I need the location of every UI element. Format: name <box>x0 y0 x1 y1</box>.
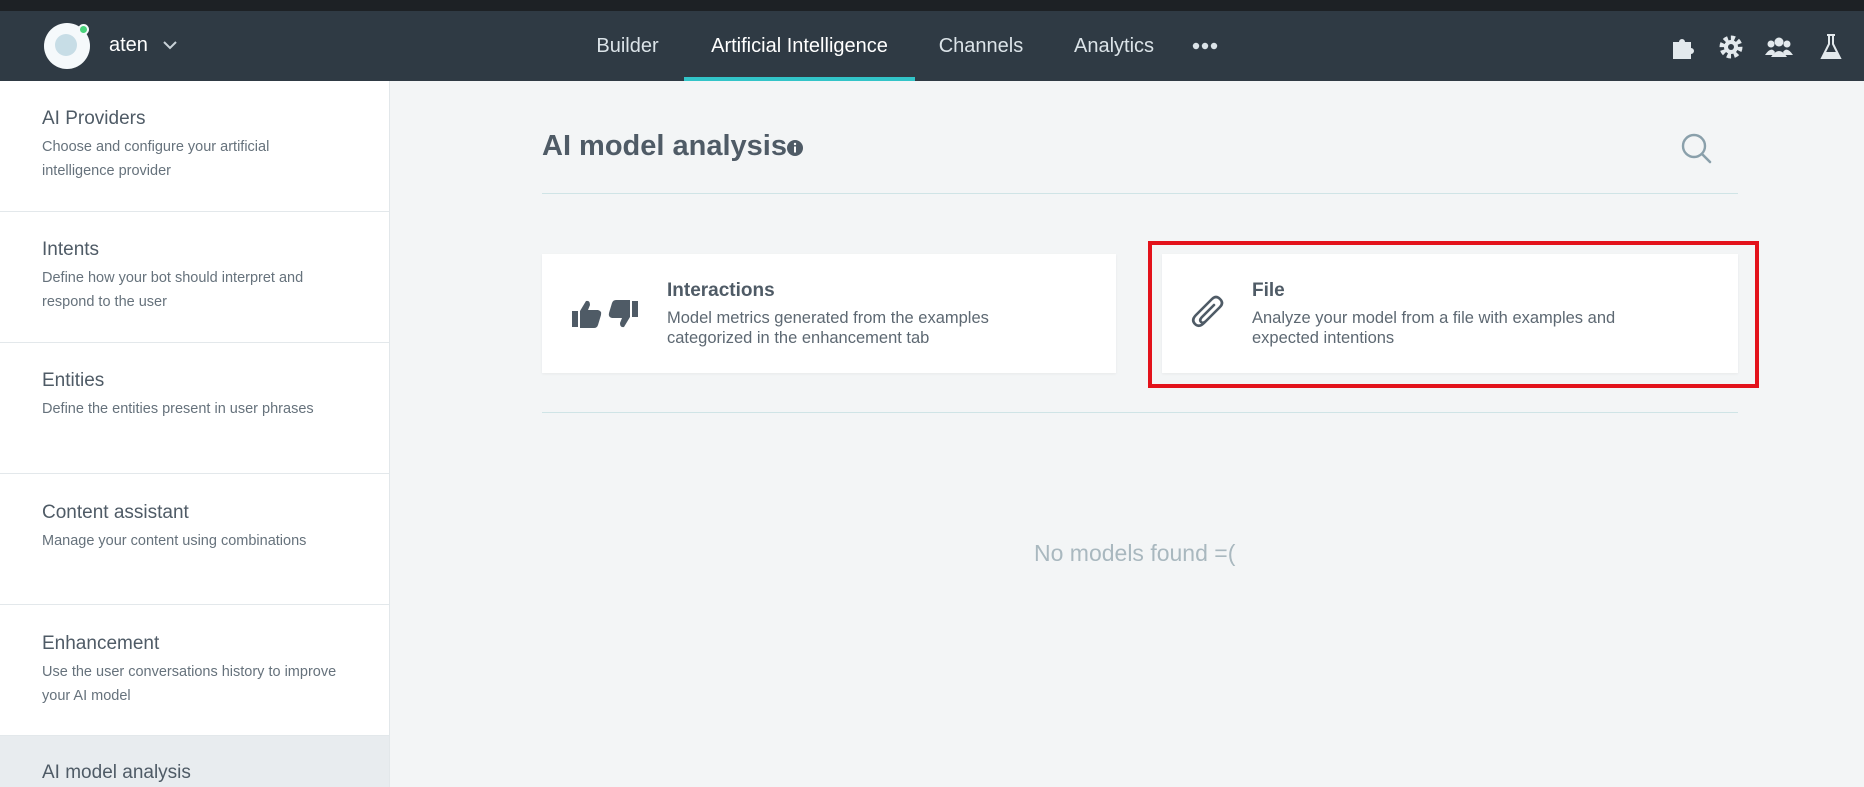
gear-icon[interactable] <box>1717 33 1745 61</box>
sidebar-item-intents[interactable]: Intents Define how your bot should inter… <box>0 212 389 343</box>
interactions-card[interactable]: Interactions Model metrics generated fro… <box>542 254 1116 373</box>
tab-channels-label: Channels <box>938 35 1024 57</box>
bot-name[interactable]: aten <box>109 33 148 57</box>
online-status-dot <box>78 24 89 35</box>
sidebar-item-description: Manage your content using combinations <box>42 533 307 549</box>
sidebar-item-description: Use the user conversations history to im… <box>42 664 337 704</box>
sidebar-item-entities[interactable]: Entities Define the entities present in … <box>0 343 389 474</box>
window-top-strip <box>0 0 1864 11</box>
cards-divider <box>542 412 1738 413</box>
sidebar-item-title: Entities <box>42 370 105 391</box>
interactions-card-description: Model metrics generated from the example… <box>667 309 989 347</box>
sidebar-item-description: Define the entities present in user phra… <box>42 401 314 417</box>
sidebar-item-title: Intents <box>42 239 100 260</box>
puzzle-icon[interactable] <box>1669 33 1697 61</box>
sidebar-item-title: Content assistant <box>42 502 189 523</box>
flask-icon[interactable] <box>1817 33 1845 61</box>
sidebar-item-title: Enhancement <box>42 633 160 654</box>
title-divider <box>542 193 1738 194</box>
sidebar-item-description: Choose and configure your artificial int… <box>42 139 270 179</box>
tab-analytics[interactable]: Analytics <box>1063 11 1165 81</box>
bot-avatar[interactable] <box>44 23 90 69</box>
tab-artificial-intelligence-label: Artificial Intelligence <box>711 35 888 57</box>
active-tab-indicator <box>684 77 915 81</box>
interactions-card-title: Interactions <box>667 280 775 301</box>
info-icon[interactable] <box>786 139 804 157</box>
chevron-down-icon[interactable] <box>160 35 180 55</box>
empty-state-message: No models found =( <box>1034 540 1236 566</box>
sidebar-item-ai-model-analysis[interactable]: AI model analysis <box>0 736 389 787</box>
tab-channels[interactable]: Channels <box>929 11 1033 81</box>
tab-builder-label: Builder <box>596 35 659 57</box>
highlight-annotation-box <box>1148 241 1759 388</box>
sidebar-item-enhancement[interactable]: Enhancement Use the user conversations h… <box>0 605 389 736</box>
chat-bubble-icon <box>55 34 77 56</box>
more-dots-icon[interactable] <box>1191 37 1219 55</box>
team-icon[interactable] <box>1765 33 1793 61</box>
sidebar-item-ai-providers[interactable]: AI Providers Choose and configure your a… <box>0 81 389 212</box>
sidebar-item-description: Define how your bot should interpret and… <box>42 270 304 310</box>
page-title: AI model analysis <box>542 130 787 162</box>
top-navbar: aten Builder Artificial Intelligence Cha… <box>0 11 1864 81</box>
tab-builder[interactable]: Builder <box>585 11 670 81</box>
ai-sidebar: AI Providers Choose and configure your a… <box>0 81 390 787</box>
tab-analytics-label: Analytics <box>1073 35 1155 57</box>
thumbs-up-down-icon <box>572 300 638 328</box>
tab-artificial-intelligence[interactable]: Artificial Intelligence <box>684 11 915 81</box>
sidebar-item-title: AI Providers <box>42 108 146 129</box>
sidebar-item-title: AI model analysis <box>42 762 191 783</box>
sidebar-item-content-assistant[interactable]: Content assistant Manage your content us… <box>0 474 389 605</box>
search-icon[interactable] <box>1679 131 1713 165</box>
